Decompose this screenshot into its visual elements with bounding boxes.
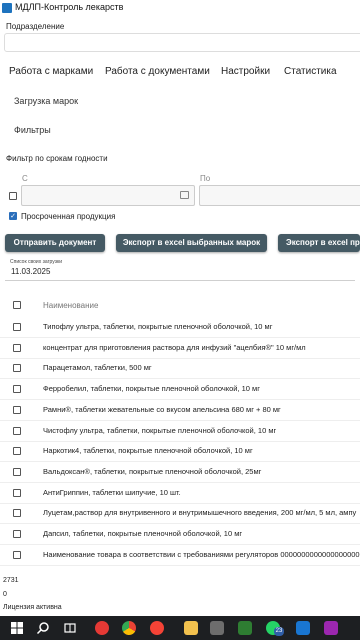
row-product-name: Ферробелил, таблетки, покрытые пленочной… xyxy=(43,384,260,394)
zero-value: 0 xyxy=(3,591,7,598)
column-header-name: Наименование xyxy=(43,301,99,310)
tab-statistics[interactable]: Статистика xyxy=(284,63,337,80)
calendar-icon[interactable] xyxy=(180,191,189,199)
window-title: МДЛП-Контроль лекарств xyxy=(15,2,124,12)
date-to-label: По xyxy=(200,174,211,183)
row-product-name: Рамни®, таблетки жевательные со вкусом а… xyxy=(43,404,281,414)
row-checkbox[interactable] xyxy=(13,550,21,559)
uploads-divider xyxy=(5,280,355,281)
row-product-name: Луцетам,раствор для внутривенного и внут… xyxy=(43,508,357,518)
row-product-name: Дапсил, таблетки, покрытые пленочной обо… xyxy=(43,529,243,538)
notification-badge: 23 xyxy=(274,627,284,636)
upload-marks-section[interactable]: Загрузка марок xyxy=(14,96,78,106)
license-status: Лицензия активна xyxy=(3,604,62,611)
subdivision-label: Подразделение xyxy=(6,22,65,31)
date-from-label: С xyxy=(22,174,28,183)
row-product-name: Наименование товара в соответствии с тре… xyxy=(43,549,360,559)
calculator-icon[interactable] xyxy=(210,621,224,635)
task-view-icon[interactable] xyxy=(63,621,77,635)
tab-documents[interactable]: Работа с документами xyxy=(105,63,210,80)
row-checkbox[interactable] xyxy=(13,447,21,456)
table-row[interactable]: Наркотик4, таблетки, покрытые пленочной … xyxy=(0,441,360,463)
row-checkbox[interactable] xyxy=(13,488,21,497)
uploads-label: Список своих загрузки xyxy=(10,259,62,265)
date-filter-checkbox[interactable] xyxy=(9,192,17,200)
row-checkbox[interactable] xyxy=(13,467,21,476)
row-checkbox[interactable] xyxy=(13,405,21,414)
windows-icon[interactable] xyxy=(10,621,24,635)
row-checkbox[interactable] xyxy=(13,364,21,373)
row-checkbox[interactable] xyxy=(13,323,21,331)
photos-icon[interactable] xyxy=(324,621,338,635)
row-product-name: Наркотик4, таблетки, покрытые пленочной … xyxy=(43,446,253,456)
tab-settings[interactable]: Настройки xyxy=(221,63,270,80)
row-product-name: Чистофлу ультра, таблетки, покрытые плен… xyxy=(43,425,277,435)
table-row[interactable]: Ферробелил, таблетки, покрытые пленочной… xyxy=(0,379,360,401)
table-row[interactable]: Наименование товара в соответствии с тре… xyxy=(0,545,360,566)
whatsapp-icon[interactable]: 23 xyxy=(266,621,284,636)
total-count: 2731 xyxy=(3,577,19,584)
table-row[interactable]: АнтиГриппин, таблетки шипучие, 10 шт. xyxy=(0,483,360,504)
row-checkbox[interactable] xyxy=(13,343,21,352)
uploads-selected[interactable]: 11.03.2025 xyxy=(11,267,50,276)
row-checkbox[interactable] xyxy=(13,530,21,538)
send-document-button[interactable]: Отправить документ xyxy=(5,234,105,252)
select-all-checkbox[interactable] xyxy=(13,301,21,309)
row-product-name: Вальдоксан®, таблетки, покрытые пленочно… xyxy=(43,466,262,476)
table-row[interactable]: Чистофлу ультра, таблетки, покрытые плен… xyxy=(0,421,360,442)
row-product-name: АнтиГриппин, таблетки шипучие, 10 шт. xyxy=(43,487,181,497)
file-explorer-icon[interactable] xyxy=(184,621,198,635)
filters-section[interactable]: Фильтры xyxy=(14,125,51,135)
export-all-button[interactable]: Экспорт в excel пр xyxy=(278,234,360,252)
expired-label: Просроченная продукция xyxy=(21,212,116,221)
subdivision-field[interactable] xyxy=(4,33,360,52)
expiry-filter-title: Фильтр по срокам годности xyxy=(6,154,108,163)
row-checkbox[interactable] xyxy=(13,509,21,518)
table-header: Наименование xyxy=(0,296,360,316)
mail-icon[interactable] xyxy=(296,621,310,635)
main-tabs: Работа с марками Работа с документами На… xyxy=(0,63,360,81)
table-row[interactable]: Типофлу ультра, таблетки, покрытые плено… xyxy=(0,317,360,338)
table-row[interactable]: Вальдоксан®, таблетки, покрытые пленочно… xyxy=(0,462,360,483)
date-to-field[interactable] xyxy=(199,185,360,206)
date-from-field[interactable] xyxy=(21,185,195,206)
tab-marks[interactable]: Работа с марками xyxy=(9,63,93,80)
search-icon[interactable] xyxy=(36,621,50,635)
table-row[interactable]: концентрат для приготовления раствора дл… xyxy=(0,338,360,359)
row-checkbox[interactable] xyxy=(13,426,21,435)
table-row[interactable]: Парацетамол, таблетки, 500 мг xyxy=(0,358,360,380)
row-checkbox[interactable] xyxy=(13,385,21,394)
table-row[interactable]: Дапсил, таблетки, покрытые пленочной обо… xyxy=(0,524,360,545)
row-product-name: Парацетамол, таблетки, 500 мг xyxy=(43,363,152,373)
yandex-browser-icon[interactable] xyxy=(95,621,109,635)
table-row[interactable]: Луцетам,раствор для внутривенного и внут… xyxy=(0,503,360,525)
app-icon xyxy=(2,3,12,13)
table-row[interactable]: Рамни®, таблетки жевательные со вкусом а… xyxy=(0,400,360,421)
row-product-name: концентрат для приготовления раствора дл… xyxy=(43,342,306,352)
row-product-name: Типофлу ультра, таблетки, покрытые плено… xyxy=(43,322,273,331)
taskbar: 23 xyxy=(0,616,360,640)
app-icon[interactable] xyxy=(238,621,252,635)
title-bar: МДЛП-Контроль лекарств xyxy=(0,0,360,16)
export-selected-button[interactable]: Экспорт в excel выбранных марок xyxy=(116,234,267,252)
chrome-icon[interactable] xyxy=(122,621,136,635)
expired-checkbox[interactable]: ✓ xyxy=(9,212,17,220)
yandex-disk-icon[interactable] xyxy=(150,621,164,635)
